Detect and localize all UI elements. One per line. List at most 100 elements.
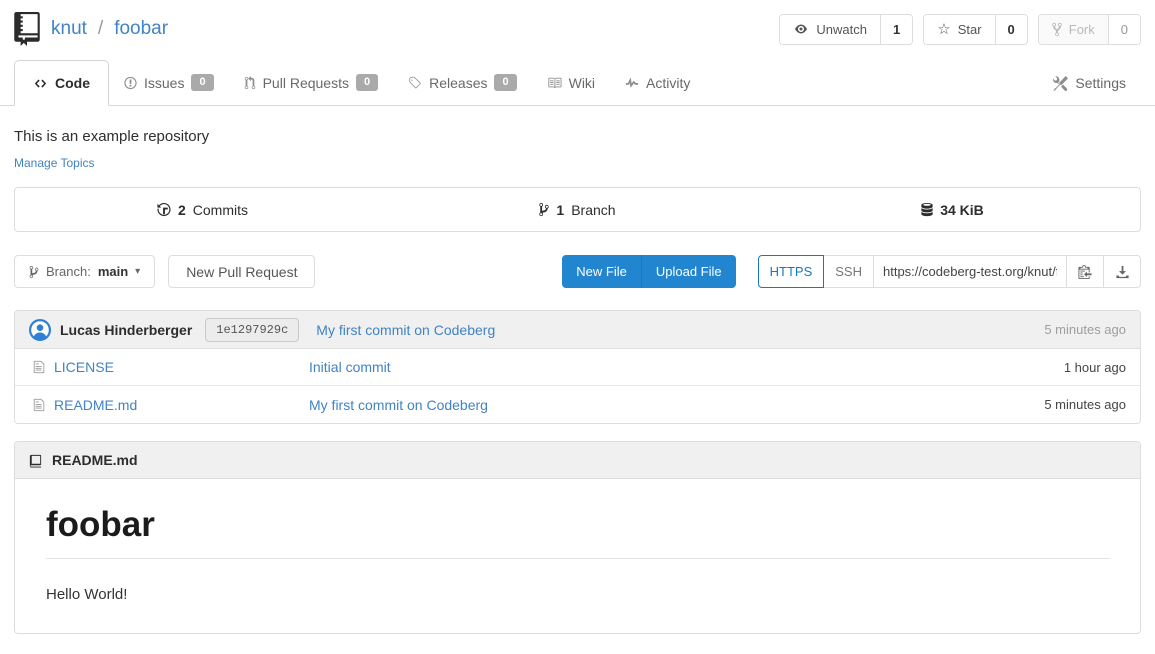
- breadcrumb-separator: /: [98, 18, 103, 40]
- history-icon: [157, 202, 171, 217]
- commit-hash-badge[interactable]: 1e1297929c: [205, 318, 299, 342]
- file-row-license: LICENSE Initial commit 1 hour ago: [15, 349, 1140, 386]
- avatar[interactable]: [29, 319, 51, 341]
- unwatch-label: Unwatch: [816, 22, 867, 37]
- size-stat[interactable]: 34 KiB: [765, 202, 1140, 218]
- star-group: ☆ Star 0: [923, 14, 1028, 45]
- controls-left: Branch: main ▾ New Pull Request: [14, 255, 315, 288]
- download-icon: [1115, 265, 1130, 279]
- commit-message-link[interactable]: My first commit on Codeberg: [316, 322, 495, 338]
- issues-count-badge: 0: [191, 74, 213, 91]
- tab-settings-label: Settings: [1075, 75, 1126, 91]
- readme-paragraph: Hello World!: [46, 586, 1110, 603]
- clipboard-copy-icon: [1078, 264, 1092, 279]
- new-pull-request-button[interactable]: New Pull Request: [168, 255, 315, 288]
- unwatch-button[interactable]: Unwatch: [780, 15, 880, 44]
- file-row-readme: README.md My first commit on Codeberg 5 …: [15, 386, 1140, 423]
- branch-selector[interactable]: Branch: main ▾: [14, 255, 155, 288]
- commit-time: 5 minutes ago: [1044, 322, 1126, 337]
- file-commit-message-link[interactable]: My first commit on Codeberg: [309, 397, 1044, 413]
- file-icon: [33, 398, 45, 412]
- tab-code[interactable]: Code: [14, 60, 109, 106]
- owner-link[interactable]: knut: [51, 18, 87, 40]
- file-name-link[interactable]: README.md: [54, 397, 137, 413]
- file-time: 5 minutes ago: [1044, 397, 1126, 412]
- https-protocol-button[interactable]: HTTPS: [758, 255, 825, 288]
- branch-icon: [539, 202, 549, 217]
- new-file-label: New File: [576, 264, 627, 279]
- readme-header: README.md: [15, 442, 1140, 479]
- file-time: 1 hour ago: [1064, 360, 1126, 375]
- chevron-down-icon: ▾: [135, 266, 140, 277]
- file-icon: [33, 360, 45, 374]
- repo-stats-bar: 2 Commits 1 Branch 34 KiB: [14, 187, 1141, 232]
- tab-activity[interactable]: Activity: [610, 61, 705, 105]
- repo-link[interactable]: foobar: [114, 18, 168, 40]
- database-icon: [921, 202, 933, 217]
- readme-panel: README.md foobar Hello World!: [14, 441, 1141, 634]
- clone-url-input[interactable]: [874, 255, 1067, 288]
- star-button[interactable]: ☆ Star: [924, 15, 994, 44]
- commit-author-link[interactable]: Lucas Hinderberger: [60, 322, 192, 338]
- tab-settings[interactable]: Settings: [1038, 61, 1141, 105]
- activity-pulse-icon: [625, 76, 639, 90]
- file-actions-group: New File Upload File: [562, 255, 735, 288]
- fork-label: Fork: [1069, 22, 1095, 37]
- pull-requests-count-badge: 0: [356, 74, 378, 91]
- branch-selector-icon: [29, 265, 39, 279]
- repo-header: knut / foobar Unwatch 1 ☆ Star 0: [0, 0, 1155, 52]
- new-file-button[interactable]: New File: [562, 255, 641, 288]
- tab-wiki-label: Wiki: [569, 75, 595, 91]
- upload-file-button[interactable]: Upload File: [641, 255, 736, 288]
- tab-pull-requests-label: Pull Requests: [263, 75, 349, 91]
- current-branch-name: main: [98, 264, 128, 279]
- commits-label: Commits: [193, 202, 248, 218]
- tab-code-label: Code: [55, 75, 90, 91]
- repo-book-icon: [14, 12, 40, 46]
- new-pull-request-label: New Pull Request: [186, 264, 297, 280]
- clone-bar: HTTPS SSH: [758, 255, 1141, 288]
- stars-count[interactable]: 0: [995, 15, 1027, 44]
- readme-body: foobar Hello World!: [15, 479, 1140, 633]
- download-button[interactable]: [1104, 255, 1141, 288]
- issue-icon: [124, 76, 137, 90]
- watchers-count[interactable]: 1: [880, 15, 912, 44]
- watch-group: Unwatch 1: [779, 14, 913, 45]
- file-name-link[interactable]: LICENSE: [54, 359, 114, 375]
- tab-pull-requests[interactable]: Pull Requests 0: [229, 60, 394, 105]
- manage-topics-link[interactable]: Manage Topics: [14, 156, 95, 170]
- fork-button[interactable]: Fork: [1039, 15, 1108, 44]
- forks-count[interactable]: 0: [1108, 15, 1140, 44]
- eye-icon: [793, 23, 809, 35]
- file-commit-message-link[interactable]: Initial commit: [309, 359, 1064, 375]
- branches-stat[interactable]: 1 Branch: [390, 202, 765, 218]
- repo-actions: Unwatch 1 ☆ Star 0 Fork 0: [779, 14, 1141, 45]
- tab-issues-label: Issues: [144, 75, 184, 91]
- wiki-book-icon: [547, 76, 562, 90]
- size-value: 34 KiB: [940, 202, 984, 218]
- commits-count: 2: [178, 202, 186, 218]
- code-icon: [33, 77, 48, 90]
- controls-right: New File Upload File HTTPS SSH: [562, 255, 1141, 288]
- readme-book-icon: [28, 453, 43, 468]
- commits-stat[interactable]: 2 Commits: [15, 202, 390, 218]
- readme-filename: README.md: [52, 452, 138, 468]
- copy-url-button[interactable]: [1067, 255, 1104, 288]
- tab-issues[interactable]: Issues 0: [109, 60, 229, 105]
- branches-label: Branch: [571, 202, 615, 218]
- repo-tabbar: Code Issues 0 Pull Requests 0 Releases 0…: [0, 60, 1155, 106]
- tab-activity-label: Activity: [646, 75, 690, 91]
- ssh-protocol-button[interactable]: SSH: [824, 255, 874, 288]
- pull-request-icon: [244, 76, 256, 90]
- repo-description-section: This is an example repository Manage Top…: [0, 106, 1155, 172]
- latest-commit-row: Lucas Hinderberger 1e1297929c My first c…: [15, 311, 1140, 349]
- tab-wiki[interactable]: Wiki: [532, 61, 610, 105]
- file-list: Lucas Hinderberger 1e1297929c My first c…: [14, 310, 1141, 424]
- releases-count-badge: 0: [494, 74, 516, 91]
- star-icon: ☆: [937, 22, 950, 37]
- tab-releases[interactable]: Releases 0: [393, 60, 532, 105]
- fork-icon: [1052, 22, 1062, 37]
- star-label: Star: [958, 22, 982, 37]
- branch-selector-label: Branch:: [46, 264, 91, 279]
- tag-icon: [408, 76, 422, 90]
